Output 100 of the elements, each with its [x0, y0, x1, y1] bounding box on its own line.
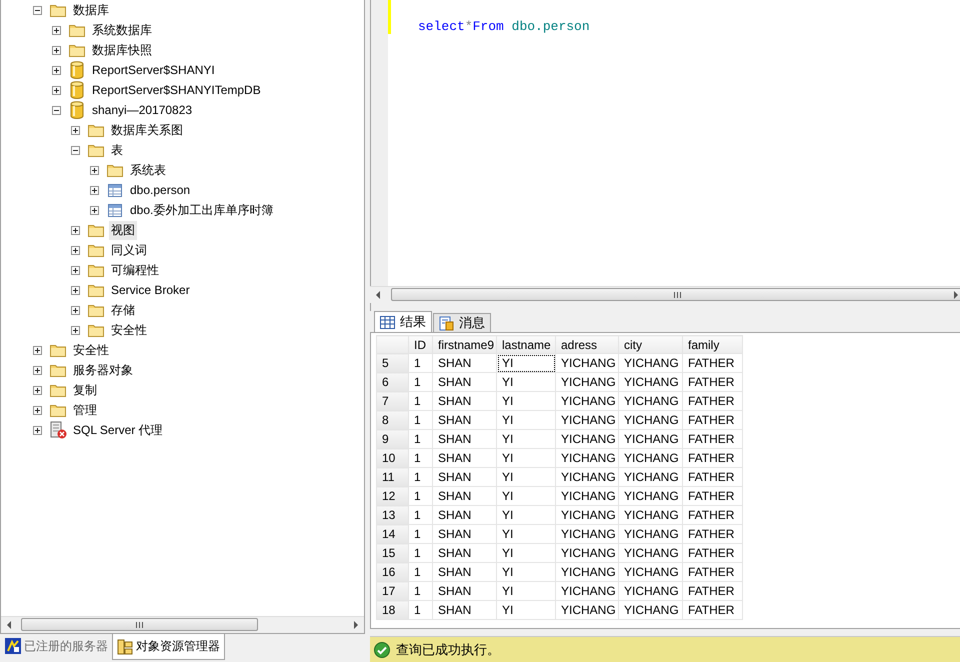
tree-item[interactable]: dbo.person [128, 182, 192, 198]
tree-item[interactable]: 数据库快照 [90, 40, 154, 60]
row-header[interactable]: 15 [376, 544, 408, 563]
row-header[interactable]: 12 [376, 486, 408, 506]
expander-toggle[interactable] [71, 226, 80, 234]
tree-item[interactable]: 安全性 [71, 340, 111, 360]
tree-item[interactable]: 服务器对象 [71, 360, 135, 380]
row-header[interactable]: 17 [376, 582, 408, 601]
horizontal-scrollbar[interactable] [370, 286, 960, 304]
column-header[interactable]: city [618, 336, 682, 354]
expander-toggle[interactable] [52, 46, 61, 54]
table-cell: FATHER [682, 486, 742, 506]
plus-icon [54, 48, 59, 52]
table-cell: 1 [408, 506, 432, 525]
scrollbar-thumb[interactable] [21, 618, 258, 631]
plus-icon [73, 268, 78, 272]
tree-item[interactable]: SQL Server 代理 [71, 420, 165, 440]
table-cell: 1 [408, 392, 432, 411]
grip-icon [136, 622, 143, 628]
scroll-left-icon[interactable] [375, 291, 381, 300]
table-cell: YICHANG [618, 562, 682, 582]
expander-toggle[interactable] [33, 346, 42, 354]
row-header[interactable]: 5 [376, 354, 408, 373]
tree-item[interactable]: 表 [109, 140, 125, 160]
scroll-right-icon[interactable] [953, 291, 959, 300]
column-header[interactable]: firstname9 [432, 336, 496, 354]
expander-toggle[interactable] [71, 286, 80, 294]
plus-icon [73, 228, 78, 232]
column-header[interactable]: lastname [496, 336, 556, 354]
tree-item[interactable]: 数据库 [71, 0, 111, 20]
expander-toggle[interactable] [90, 206, 99, 214]
table-cell: YICHANG [618, 372, 682, 392]
tree-item[interactable]: 安全性 [109, 320, 149, 340]
row-header[interactable]: 14 [376, 524, 408, 544]
tree-item[interactable]: Service Broker [109, 282, 192, 298]
tree-item[interactable]: ReportServer$SHANYITempDB [90, 82, 263, 98]
column-header[interactable]: adress [556, 336, 618, 354]
tree-item[interactable]: 存储 [109, 300, 137, 320]
expander-toggle[interactable] [33, 406, 42, 414]
expander-toggle[interactable] [52, 86, 61, 94]
results-tab[interactable]: 结果 [374, 311, 432, 332]
row-header[interactable]: 7 [376, 392, 408, 411]
tree-item[interactable]: 系统数据库 [90, 20, 154, 40]
plus-icon [73, 308, 78, 312]
scroll-left-icon[interactable] [6, 621, 12, 629]
expander-toggle[interactable] [71, 246, 80, 254]
column-header[interactable]: ID [408, 336, 432, 354]
horizontal-scrollbar[interactable] [1, 616, 364, 633]
database-icon [70, 61, 84, 79]
expander-toggle[interactable] [71, 326, 80, 334]
row-header[interactable]: 10 [376, 448, 408, 468]
table-icon [108, 204, 122, 216]
tree-item[interactable]: ReportServer$SHANYI [90, 62, 217, 78]
expander-toggle[interactable] [33, 6, 42, 14]
results-tab[interactable]: 消息 [433, 313, 491, 332]
tree-item[interactable]: 同义词 [109, 240, 149, 260]
table-cell: YI [496, 410, 556, 430]
row-header[interactable]: 8 [376, 410, 408, 430]
row-header[interactable]: 13 [376, 506, 408, 525]
table-cell: YICHANG [556, 600, 618, 620]
panel-tab[interactable]: 已注册的服务器 [1, 634, 112, 658]
expander-toggle[interactable] [71, 126, 80, 134]
panel-tab[interactable]: 对象资源管理器 [112, 634, 225, 660]
row-header[interactable]: 6 [376, 372, 408, 392]
tree-item[interactable]: shanyi—20170823 [90, 102, 194, 118]
table-cell: YICHANG [618, 354, 682, 373]
table-cell: 1 [408, 486, 432, 506]
tree-item[interactable]: dbo.委外加工出库单序时簿 [128, 200, 276, 220]
row-header[interactable]: 11 [376, 468, 408, 487]
table-cell: SHAN [432, 410, 496, 430]
row-header[interactable]: 16 [376, 562, 408, 582]
table-cell: YI [496, 506, 556, 525]
tree-item[interactable]: 管理 [71, 400, 99, 420]
folder-icon [50, 403, 66, 417]
table-cell: FATHER [682, 600, 742, 620]
scroll-right-icon[interactable] [353, 621, 359, 629]
tree-item[interactable]: 视图 [109, 220, 137, 240]
tree-item[interactable]: 复制 [71, 380, 99, 400]
expander-toggle[interactable] [33, 386, 42, 394]
expander-toggle[interactable] [33, 426, 42, 434]
expander-toggle[interactable] [71, 266, 80, 274]
query-editor[interactable]: select*From dbo.person [370, 0, 960, 286]
expander-toggle[interactable] [90, 186, 99, 194]
expander-toggle[interactable] [52, 106, 61, 114]
expander-toggle[interactable] [90, 166, 99, 174]
expander-toggle[interactable] [52, 66, 61, 74]
scrollbar-thumb[interactable] [391, 288, 960, 302]
tree-item[interactable]: 数据库关系图 [109, 120, 185, 140]
row-header[interactable]: 18 [376, 600, 408, 620]
expander-toggle[interactable] [52, 26, 61, 34]
server-agent-icon [49, 421, 67, 439]
expander-toggle[interactable] [71, 146, 80, 154]
column-header[interactable]: family [682, 336, 742, 354]
table-cell: 1 [408, 448, 432, 468]
expander-toggle[interactable] [71, 306, 80, 314]
row-header[interactable]: 9 [376, 430, 408, 449]
expander-toggle[interactable] [33, 366, 42, 374]
tree-item[interactable]: 系统表 [128, 160, 168, 180]
tree-item[interactable]: 可编程性 [109, 260, 161, 280]
table-cell: FATHER [682, 582, 742, 601]
